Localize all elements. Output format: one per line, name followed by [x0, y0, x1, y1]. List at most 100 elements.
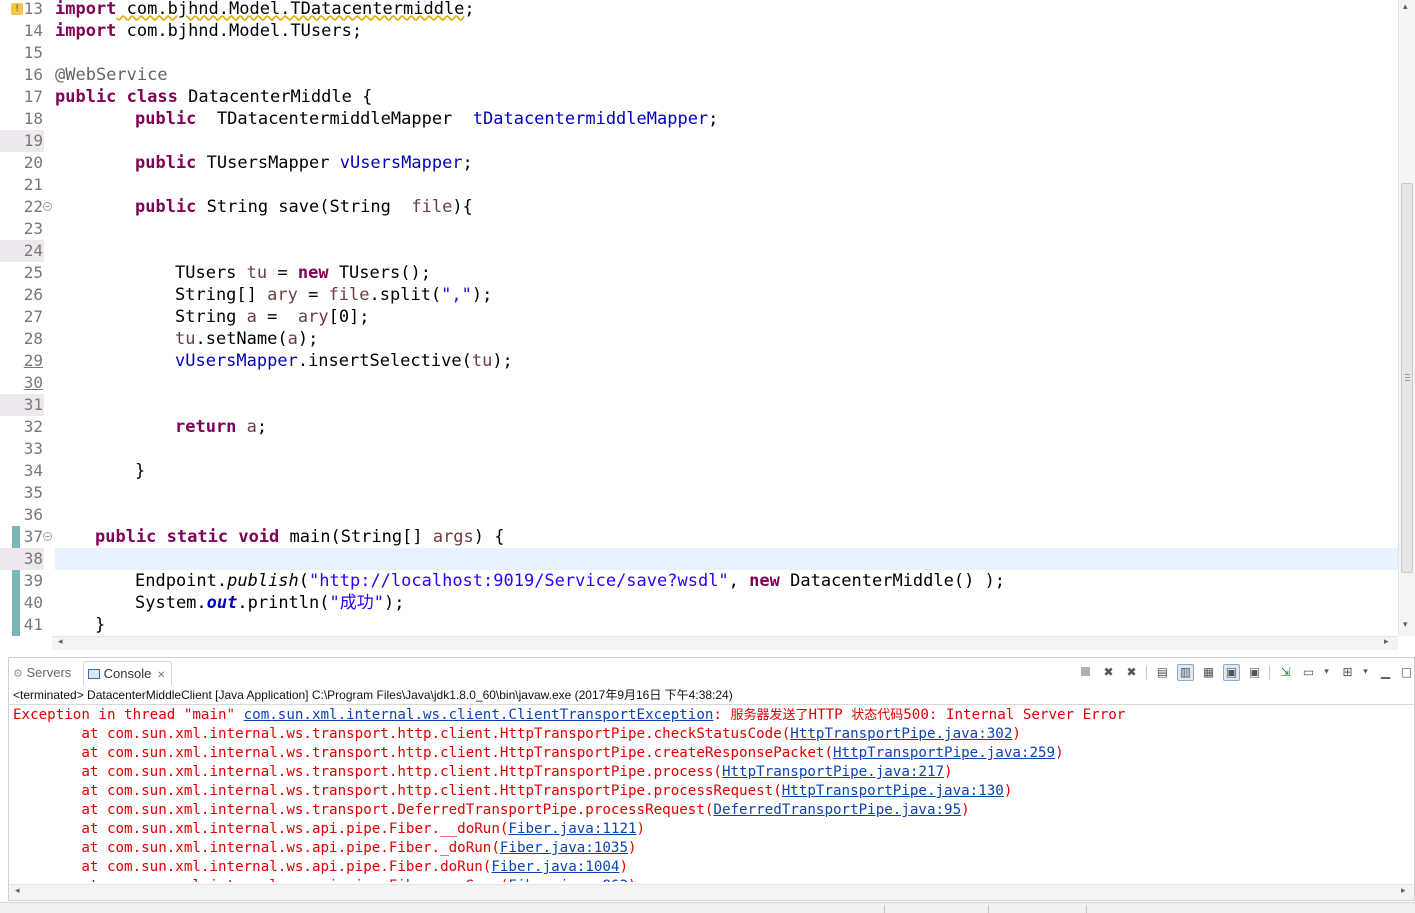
code-line: vUsersMapper.insertSelective(tu);	[175, 351, 513, 371]
line-number: 41	[23, 615, 43, 634]
clear-console-icon[interactable]: ▤	[1154, 664, 1171, 681]
line-number: 33	[23, 439, 43, 458]
fold-collapse-icon[interactable]: −	[43, 532, 52, 541]
trace-line: at com.sun.xml.internal.ws.transport.htt…	[13, 745, 1064, 761]
java-editor[interactable]: ! 13 14 15 16 17 18 19 20 21 22 23 24 25 26 27 28 29 30 31…	[0, 0, 1415, 650]
source-link[interactable]: Fiber.java:1121	[508, 821, 636, 837]
scroll-right-icon[interactable]: ▸	[1384, 637, 1389, 647]
code-line: @WebService	[55, 65, 168, 85]
code-line: public class DatacenterMiddle {	[55, 87, 373, 107]
scroll-lock-icon[interactable]: ▥	[1177, 664, 1194, 681]
line-number-ruler: ! 13 14 15 16 17 18 19 20 21 22 23 24 25 26 27 28 29 30 31…	[0, 0, 52, 636]
console-output[interactable]: Exception in thread "main" com.sun.xml.i…	[13, 706, 1410, 882]
trace-line: at com.sun.xml.internal.ws.api.pipe.Fibe…	[13, 859, 629, 875]
line-number: 20	[23, 153, 43, 172]
display-selected-console-icon[interactable]: ▭	[1300, 664, 1317, 681]
line-number: 38	[0, 548, 44, 570]
line-number: 14	[23, 21, 43, 40]
minimize-icon[interactable]: ▁	[1377, 664, 1394, 681]
maximize-icon[interactable]: □	[1398, 664, 1415, 681]
line-number: 39	[23, 571, 43, 590]
editor-vertical-scrollbar[interactable]: ▴ ▾	[1398, 0, 1415, 636]
open-console-icon[interactable]: ⊞	[1339, 664, 1356, 681]
scroll-down-icon[interactable]: ▾	[1403, 620, 1408, 630]
console-view: ⚙ Servers Console ✕ ✖ ✖ ▤ ▥ ▦ ▣ ▣ ⇲ ▭ ▾ …	[8, 657, 1415, 901]
code-line: return a;	[175, 417, 268, 437]
line-number: 35	[23, 483, 43, 502]
source-link[interactable]: Fiber.java:1004	[491, 859, 619, 875]
line-number: 32	[23, 417, 43, 436]
line-number: 37	[23, 527, 43, 546]
source-link[interactable]: DeferredTransportPipe.java:95	[713, 802, 961, 818]
line-number: 19	[0, 130, 44, 152]
line-number: 18	[23, 109, 43, 128]
fold-collapse-icon[interactable]: −	[43, 202, 52, 211]
line-number: 29	[23, 351, 43, 370]
scroll-thumb[interactable]	[1401, 183, 1413, 573]
code-line: public TUsersMapper vUsersMapper;	[135, 153, 473, 173]
trace-line: at com.sun.xml.internal.ws.api.pipe.Fibe…	[13, 821, 646, 837]
console-icon	[88, 669, 100, 679]
code-line: String a = ary[0];	[175, 307, 370, 327]
code-area[interactable]: import com.bjhnd.Model.TDatacentermiddle…	[55, 0, 1398, 636]
line-number: 26	[23, 285, 43, 304]
divider	[9, 704, 1414, 705]
line-number: 34	[23, 461, 43, 480]
trace-line: at com.sun.xml.internal.ws.transport.htt…	[13, 726, 1021, 742]
source-link[interactable]: Fiber.java:1035	[500, 840, 628, 856]
source-link[interactable]: Fiber.java:862	[508, 878, 628, 882]
source-link[interactable]: HttpTransportPipe.java:302	[790, 726, 1012, 742]
exception-link[interactable]: com.sun.xml.internal.ws.client.ClientTra…	[244, 707, 714, 723]
line-number: 24	[0, 240, 44, 262]
line-number: 25	[23, 263, 43, 282]
line-number: 16	[23, 65, 43, 84]
editor-horizontal-scrollbar[interactable]: ◂ ▸	[52, 636, 1398, 650]
chevron-down-icon[interactable]: ▾	[1357, 664, 1374, 681]
show-on-stdout-icon[interactable]: ▣	[1223, 664, 1240, 681]
line-number: 36	[23, 505, 43, 524]
code-line: System.out.println("成功");	[135, 593, 405, 613]
line-number: 23	[23, 219, 43, 238]
show-on-stderr-icon[interactable]: ▣	[1246, 664, 1263, 681]
pin-console-icon[interactable]: ⇲	[1277, 664, 1294, 681]
tab-console[interactable]: Console ✕	[83, 661, 173, 685]
code-line: public TDatacentermiddleMapper tDatacent…	[135, 109, 719, 129]
line-number: 21	[23, 175, 43, 194]
tab-servers[interactable]: ⚙ Servers	[13, 661, 71, 685]
code-line: tu.setName(a);	[175, 329, 319, 349]
trace-line: at com.sun.xml.internal.ws.api.pipe.Fibe…	[13, 840, 637, 856]
close-icon[interactable]: ✕	[157, 670, 165, 681]
remove-launch-icon[interactable]: ✖	[1100, 664, 1117, 681]
process-label: <terminated> DatacenterMiddleClient [Jav…	[13, 688, 733, 702]
terminate-icon[interactable]	[1077, 664, 1094, 681]
scroll-right-icon[interactable]: ▸	[1401, 886, 1406, 896]
scroll-left-icon[interactable]: ◂	[15, 886, 20, 896]
source-link[interactable]: HttpTransportPipe.java:259	[833, 745, 1055, 761]
code-line: Endpoint.publish("http://localhost:9019/…	[135, 571, 1006, 591]
chevron-down-icon[interactable]: ▾	[1318, 664, 1335, 681]
code-line: }	[95, 615, 106, 635]
tab-console-label: Console	[103, 666, 152, 681]
remove-all-terminated-icon[interactable]: ✖	[1123, 664, 1140, 681]
line-number: 31	[0, 394, 44, 416]
view-tab-bar: ⚙ Servers Console ✕ ✖ ✖ ▤ ▥ ▦ ▣ ▣ ⇲ ▭ ▾ …	[9, 658, 1414, 686]
line-number: 27	[23, 307, 43, 326]
line-number: 28	[23, 329, 43, 348]
code-line: }	[135, 461, 146, 481]
console-horizontal-scrollbar[interactable]: ◂ ▸	[9, 884, 1414, 900]
servers-icon: ⚙	[13, 667, 23, 680]
line-number: 22	[23, 197, 43, 216]
code-line: public String save(String file){	[135, 197, 473, 217]
word-wrap-icon[interactable]: ▦	[1200, 664, 1217, 681]
code-line: String[] ary = file.split(",");	[175, 285, 493, 305]
trace-line: at com.sun.xml.internal.ws.transport.htt…	[13, 764, 953, 780]
status-bar	[0, 902, 1415, 913]
scroll-up-icon[interactable]: ▴	[1403, 2, 1408, 12]
trace-line: Exception in thread "main" com.sun.xml.i…	[13, 707, 1126, 723]
source-link[interactable]: HttpTransportPipe.java:130	[782, 783, 1004, 799]
source-link[interactable]: HttpTransportPipe.java:217	[722, 764, 944, 780]
line-number: 13	[23, 0, 43, 18]
code-line: import com.bjhnd.Model.TDatacentermiddle…	[55, 0, 475, 19]
scroll-left-icon[interactable]: ◂	[58, 637, 63, 647]
line-number: 40	[23, 593, 43, 612]
